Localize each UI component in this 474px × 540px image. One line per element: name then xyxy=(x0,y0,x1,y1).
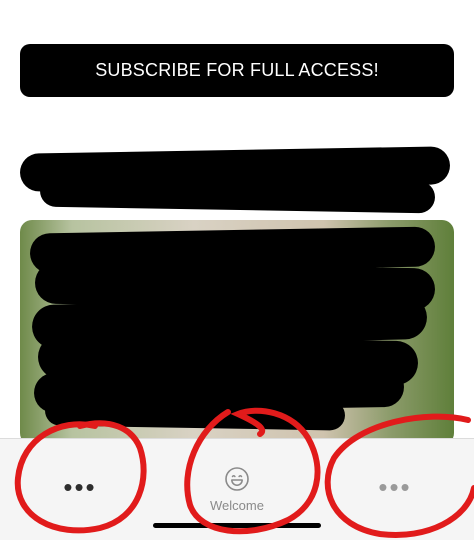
more-dots-icon: ••• xyxy=(378,471,412,502)
tab-welcome-label: Welcome xyxy=(210,498,264,513)
subscribe-button[interactable]: SUBSCRIBE FOR FULL ACCESS! xyxy=(20,44,454,97)
home-indicator xyxy=(153,523,321,528)
smile-icon xyxy=(224,466,250,492)
photo-card xyxy=(20,220,454,445)
tab-more-left[interactable]: ••• xyxy=(30,439,130,540)
subscribe-button-label: SUBSCRIBE FOR FULL ACCESS! xyxy=(95,60,379,80)
more-dots-icon: ••• xyxy=(63,471,97,502)
tab-more-right[interactable]: ••• xyxy=(345,439,445,540)
